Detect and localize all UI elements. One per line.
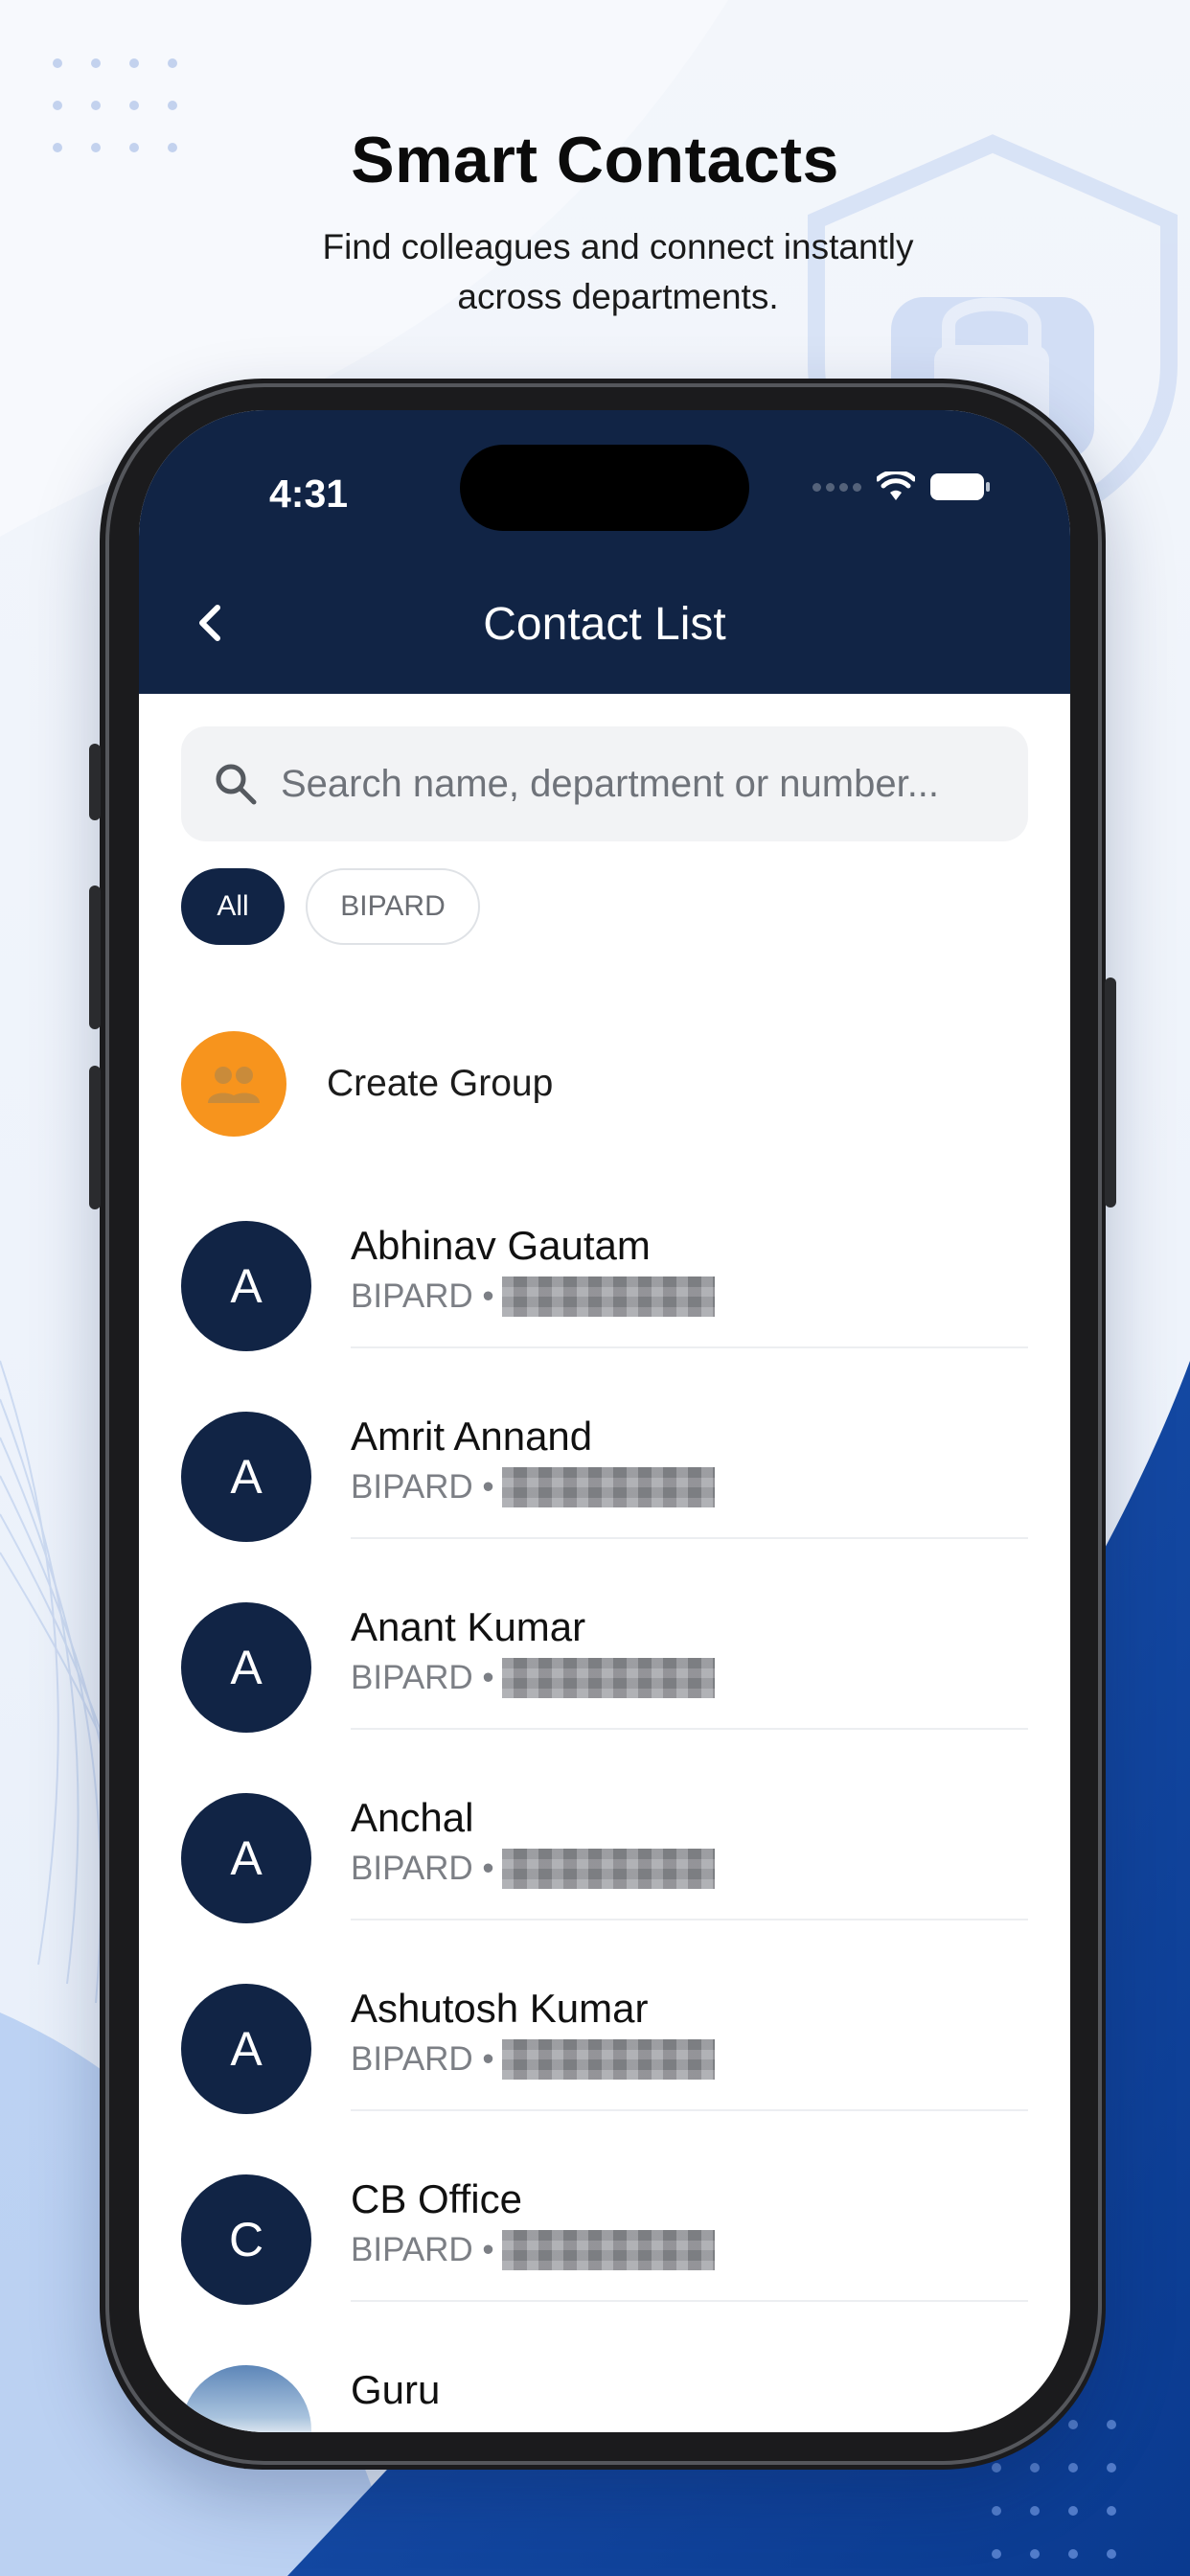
redacted-number: [501, 1849, 715, 1889]
row-divider: [351, 1537, 1028, 1539]
search-icon: [216, 764, 257, 805]
phone-power-button: [1105, 978, 1116, 1208]
row-divider: [351, 1346, 1028, 1348]
row-divider: [351, 1919, 1028, 1920]
contact-department: BIPARD •: [351, 2039, 715, 2080]
app-screen: 4:31 Contact List All BIPARD: [139, 410, 1070, 2432]
search-input[interactable]: [279, 761, 973, 807]
contact-name: Abhinav Gautam: [351, 1223, 651, 1268]
avatar: A: [181, 1602, 311, 1733]
avatar-photo: [181, 2365, 311, 2432]
row-divider: [351, 1728, 1028, 1730]
promo-subheadline: Find colleagues and connect instantly ac…: [322, 227, 914, 316]
department-label: BIPARD •: [351, 1850, 494, 1887]
filter-chips: All BIPARD: [181, 868, 480, 945]
dynamic-island: [460, 445, 749, 531]
contact-name: Guru: [351, 2367, 441, 2412]
contact-row[interactable]: A Amrit Annand BIPARD •: [139, 1412, 1070, 1602]
phone-volume-down: [89, 1066, 101, 1209]
redacted-number: [501, 2039, 715, 2080]
department-label: BIPARD •: [351, 1468, 494, 1506]
avatar: A: [181, 1221, 311, 1351]
department-label: BIPARD •: [351, 1659, 494, 1696]
contact-department: BIPARD •: [351, 2230, 715, 2270]
search-bar[interactable]: [181, 726, 1028, 841]
contact-row[interactable]: Guru: [139, 2365, 1070, 2432]
avatar: A: [181, 1412, 311, 1542]
contact-name: Amrit Annand: [351, 1414, 593, 1459]
battery-icon: [930, 473, 990, 500]
contact-name: Ashutosh Kumar: [351, 1986, 649, 2031]
department-label: BIPARD •: [351, 2040, 494, 2078]
filter-chip-bipard[interactable]: BIPARD: [306, 868, 480, 945]
phone-volume-up: [89, 886, 101, 1029]
row-divider: [351, 2109, 1028, 2111]
contact-department: BIPARD •: [351, 1467, 715, 1507]
contact-name: Anchal: [351, 1795, 474, 1840]
avatar: A: [181, 1984, 311, 2114]
contact-list: A Abhinav Gautam BIPARD • A Amrit Annand…: [139, 1221, 1070, 2432]
contact-department: BIPARD •: [351, 1276, 715, 1317]
contact-row[interactable]: A Anchal BIPARD •: [139, 1793, 1070, 1984]
create-group-label: Create Group: [327, 1063, 554, 1104]
redacted-number: [501, 1276, 715, 1317]
row-divider: [351, 2300, 1028, 2302]
contact-department: BIPARD •: [351, 1849, 715, 1889]
cellular-signal-icon: [812, 482, 861, 492]
redacted-number: [501, 1658, 715, 1698]
create-group-button[interactable]: Create Group: [181, 1031, 553, 1137]
avatar: C: [181, 2174, 311, 2305]
contact-name: CB Office: [351, 2176, 522, 2221]
wifi-icon: [877, 472, 915, 500]
contact-row[interactable]: A Anant Kumar BIPARD •: [139, 1602, 1070, 1793]
page-title: Contact List: [483, 599, 726, 650]
contact-department: BIPARD •: [351, 1658, 715, 1698]
promo-headline: Smart Contacts: [351, 124, 839, 196]
avatar: A: [181, 1793, 311, 1923]
phone-action-button: [89, 744, 101, 820]
department-label: BIPARD •: [351, 2231, 494, 2268]
department-label: BIPARD •: [351, 1277, 494, 1315]
contact-row[interactable]: A Abhinav Gautam BIPARD •: [139, 1221, 1070, 1412]
app-header: 4:31 Contact List: [139, 410, 1070, 694]
status-time: 4:31: [269, 472, 349, 516]
filter-chip-all[interactable]: All: [181, 868, 285, 945]
contact-row[interactable]: C CB Office BIPARD •: [139, 2174, 1070, 2365]
contact-name: Anant Kumar: [351, 1604, 586, 1649]
contact-row[interactable]: A Ashutosh Kumar BIPARD •: [139, 1984, 1070, 2174]
redacted-number: [501, 1467, 715, 1507]
redacted-number: [501, 2230, 715, 2270]
status-icons: [812, 468, 990, 506]
group-icon: [181, 1031, 286, 1137]
